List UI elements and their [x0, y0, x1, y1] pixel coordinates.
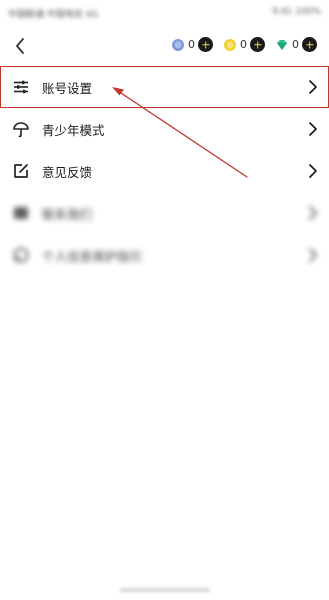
home-indicator — [120, 588, 210, 592]
chevron-right-icon — [309, 248, 317, 262]
green-diamond-icon — [277, 39, 287, 50]
menu-item-label: 账号设置 — [42, 80, 93, 96]
chevron-right-icon — [309, 164, 317, 178]
sliders-icon — [14, 80, 28, 94]
menu-item-privacy-guide[interactable]: 个人信息保护指引 — [0, 234, 329, 276]
gold-coin-icon — [224, 38, 236, 51]
blue-coin-value: 0 — [188, 38, 195, 51]
currency-counters: 0 0 0 — [161, 37, 317, 52]
back-button[interactable] — [10, 34, 32, 58]
chevron-right-icon — [309, 122, 317, 136]
chevron-right-icon — [309, 206, 317, 220]
menu-item-label: 联系我们 — [42, 206, 93, 222]
edit-feedback-icon — [14, 164, 28, 178]
umbrella-icon — [13, 122, 29, 138]
status-carrier-text: 中国联通 中国电信 4G — [8, 10, 99, 20]
blue-coin-counter: 0 — [171, 37, 213, 52]
menu-item-label: 意见反馈 — [42, 164, 93, 180]
top-header: 0 0 0 — [0, 30, 329, 62]
settings-menu: 账号设置 青少年模式 意见反馈 联系我们 个人信息保护指引 — [0, 66, 329, 276]
menu-item-teen-mode[interactable]: 青少年模式 — [0, 108, 329, 150]
menu-item-label: 青少年模式 — [42, 122, 105, 138]
status-time-battery-text: 9:41 100% — [272, 7, 321, 17]
menu-item-contact-us[interactable]: 联系我们 — [0, 192, 329, 234]
menu-item-account-settings[interactable]: 账号设置 — [0, 66, 329, 108]
diamond-counter: 0 — [275, 37, 317, 52]
chevron-left-icon — [16, 38, 24, 54]
add-gold-coin-button[interactable] — [250, 37, 265, 52]
menu-item-label: 个人信息保护指引 — [42, 248, 143, 264]
add-blue-coin-button[interactable] — [198, 37, 213, 52]
contact-icon — [14, 207, 28, 219]
privacy-icon — [13, 247, 29, 263]
gold-coin-counter: 0 — [223, 37, 265, 52]
blue-coin-icon — [172, 38, 184, 51]
diamond-value: 0 — [292, 38, 299, 51]
status-bar: 中国联通 中国电信 4G 9:41 100% — [0, 0, 329, 26]
chevron-right-icon — [309, 80, 317, 94]
add-diamond-button[interactable] — [302, 37, 317, 52]
gold-coin-value: 0 — [240, 38, 247, 51]
menu-item-feedback[interactable]: 意见反馈 — [0, 150, 329, 192]
